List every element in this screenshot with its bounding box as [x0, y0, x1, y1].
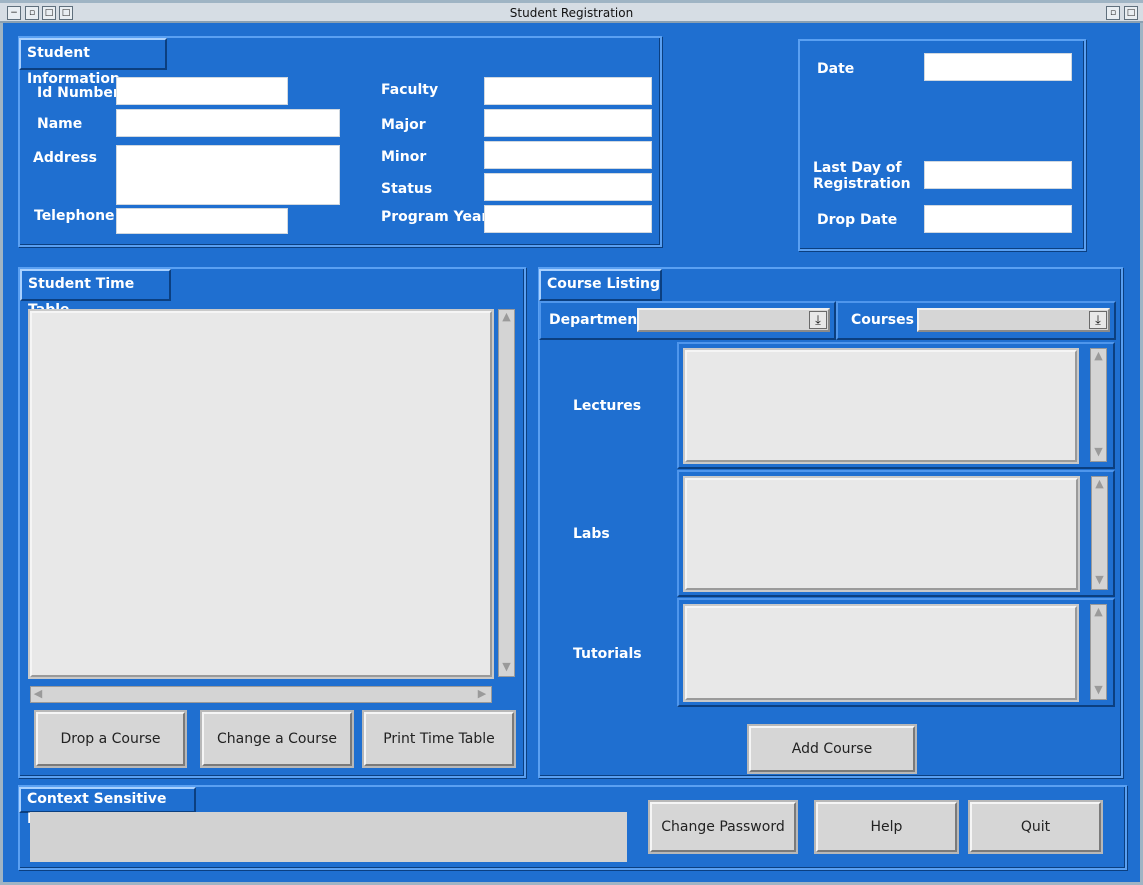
time-table-horizontal-scrollbar[interactable]: ◀ ▶	[30, 686, 492, 703]
last-day-of-registration-field[interactable]	[924, 161, 1072, 189]
student-information-tab: Student Information	[19, 38, 167, 87]
id-number-field[interactable]	[116, 77, 288, 105]
date-field[interactable]	[924, 53, 1072, 81]
window-title: Student Registration	[509, 6, 634, 20]
courses-label: Courses	[851, 312, 914, 328]
scroll-up-icon[interactable]: ▲	[500, 310, 513, 324]
courses-dropdown[interactable]: ⤓	[917, 308, 1110, 332]
scroll-down-icon[interactable]: ▼	[1092, 683, 1105, 697]
drop-date-label: Drop Date	[817, 212, 898, 228]
course-listing-tab: Course Listing	[539, 269, 662, 301]
name-label: Name	[37, 116, 83, 132]
telephone-label: Telephone	[34, 208, 115, 224]
labs-scrollbar[interactable]: ▲ ▼	[1091, 476, 1108, 590]
title-bar[interactable]: Student Registration − ▫ □ □ ▫ □	[0, 3, 1143, 23]
labs-label: Labs	[573, 526, 610, 542]
last-day-of-registration-label: Last Day of Registration	[813, 160, 911, 192]
scroll-up-icon[interactable]: ▲	[1092, 605, 1105, 619]
program-year-field[interactable]	[484, 205, 652, 233]
scroll-up-icon[interactable]: ▲	[1092, 349, 1105, 363]
major-field[interactable]	[484, 109, 652, 137]
time-table-list[interactable]	[30, 311, 492, 677]
lectures-scrollbar[interactable]: ▲ ▼	[1090, 348, 1107, 462]
status-field[interactable]	[484, 173, 652, 201]
address-field[interactable]	[116, 145, 340, 205]
change-password-button[interactable]: Change Password	[650, 802, 796, 852]
tutorials-scrollbar[interactable]: ▲ ▼	[1090, 604, 1107, 700]
department-dropdown[interactable]: ⤓	[637, 308, 830, 332]
scroll-down-icon[interactable]: ▼	[1093, 573, 1106, 587]
scroll-up-icon[interactable]: ▲	[1093, 477, 1106, 491]
faculty-field[interactable]	[484, 77, 652, 105]
student-time-table-tab: Student Time Table	[20, 269, 171, 318]
scroll-down-icon[interactable]: ▼	[1092, 445, 1105, 459]
add-course-button[interactable]: Add Course	[749, 726, 915, 772]
department-dropdown-arrow-icon[interactable]: ⤓	[809, 311, 827, 329]
status-label: Status	[381, 181, 433, 197]
name-field[interactable]	[116, 109, 340, 137]
quit-button[interactable]: Quit	[970, 802, 1101, 852]
courses-dropdown-arrow-icon[interactable]: ⤓	[1089, 311, 1107, 329]
print-time-table-button[interactable]: Print Time Table	[364, 712, 514, 766]
lectures-list[interactable]	[685, 350, 1077, 462]
context-help-text	[30, 812, 627, 862]
id-number-label: Id Number	[37, 85, 120, 101]
drop-course-button[interactable]: Drop a Course	[36, 712, 185, 766]
maximize-icon[interactable]: □	[42, 6, 56, 20]
minor-field[interactable]	[484, 141, 652, 169]
department-label: Department	[549, 312, 644, 328]
iconify-icon[interactable]: ▫	[1106, 6, 1120, 20]
faculty-label: Faculty	[381, 82, 439, 98]
help-button[interactable]: Help	[816, 802, 957, 852]
window-menu-icon[interactable]: −	[7, 6, 21, 20]
restore-icon[interactable]: □	[59, 6, 73, 20]
telephone-field[interactable]	[116, 208, 288, 234]
address-label: Address	[33, 150, 97, 166]
lectures-label: Lectures	[573, 398, 642, 414]
tutorials-list[interactable]	[685, 606, 1077, 700]
scroll-down-icon[interactable]: ▼	[500, 660, 513, 674]
context-help-tab: Context Sensitive Help	[19, 787, 196, 827]
program-year-label: Program Year	[381, 209, 489, 225]
tutorials-label: Tutorials	[573, 646, 642, 662]
minimize-icon[interactable]: ▫	[25, 6, 39, 20]
close-icon[interactable]: □	[1124, 6, 1138, 20]
drop-date-field[interactable]	[924, 205, 1072, 233]
date-label: Date	[817, 61, 855, 77]
change-course-button[interactable]: Change a Course	[202, 712, 352, 766]
minor-label: Minor	[381, 149, 427, 165]
time-table-vertical-scrollbar[interactable]: ▲ ▼	[498, 309, 515, 677]
scroll-right-icon[interactable]: ▶	[475, 687, 489, 701]
major-label: Major	[381, 117, 426, 133]
scroll-left-icon[interactable]: ◀	[31, 687, 45, 701]
labs-list[interactable]	[685, 478, 1078, 590]
